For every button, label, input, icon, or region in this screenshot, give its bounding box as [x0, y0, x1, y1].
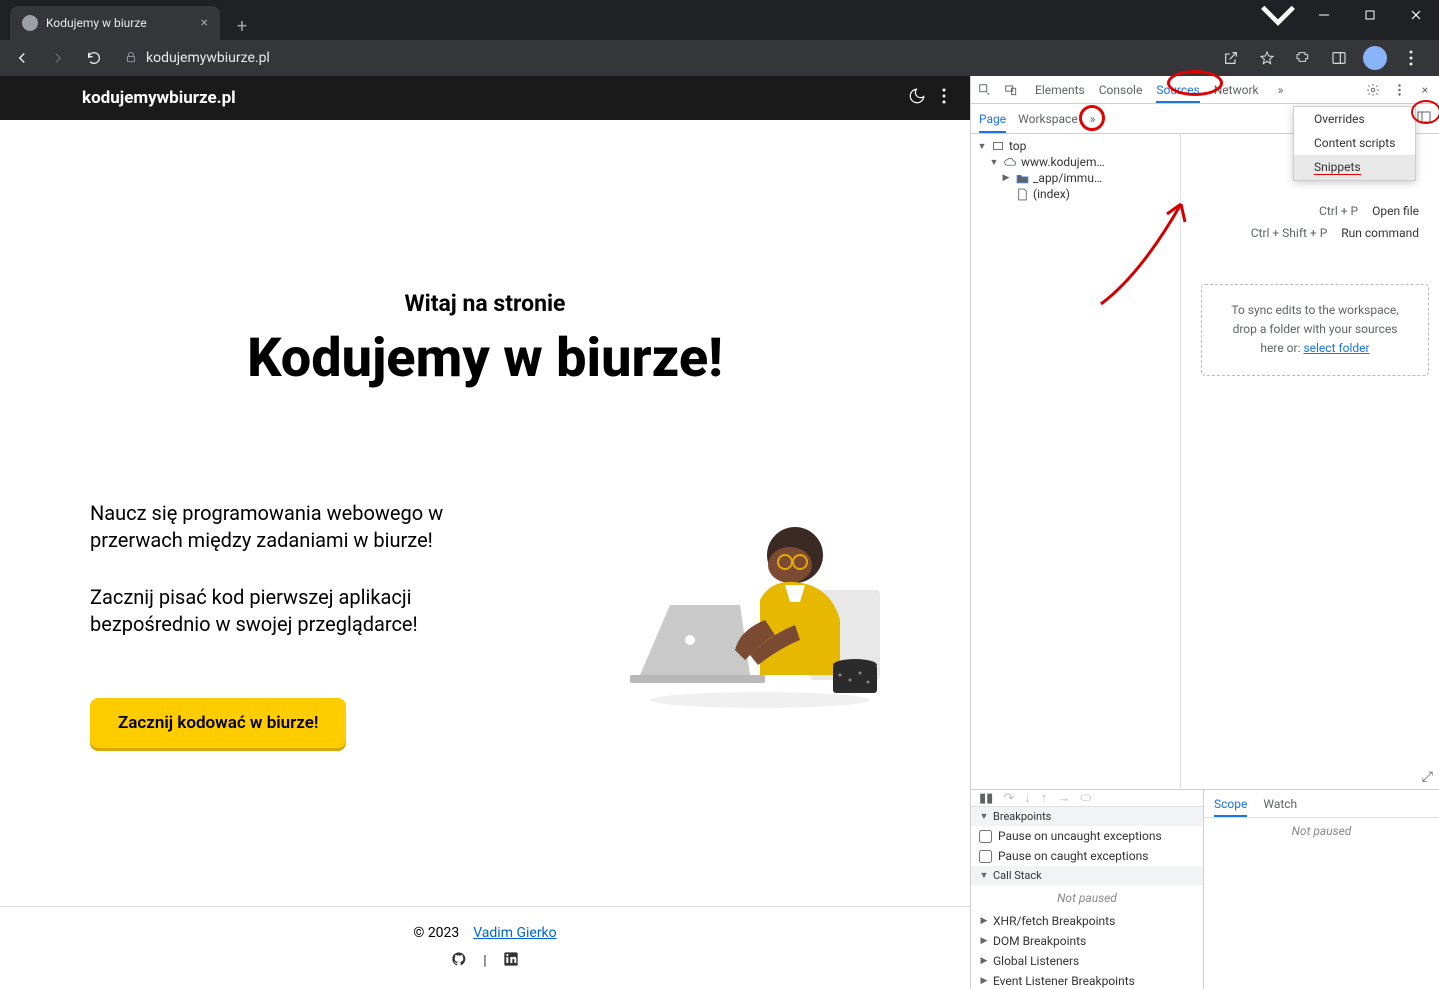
linkedin-icon[interactable]: [503, 951, 519, 971]
tab-title: Kodujemy w biurze: [46, 16, 193, 30]
tree-top[interactable]: ▼top: [971, 138, 1180, 154]
pause-icon[interactable]: ▮▮: [979, 791, 993, 806]
tree-folder[interactable]: ▶_app/immu…: [971, 170, 1180, 186]
url-text: kodujemywbiurze.pl: [146, 50, 270, 66]
menu-icon[interactable]: [1399, 46, 1423, 70]
global-listeners[interactable]: ▶Global Listeners: [971, 951, 1203, 971]
sources-main: ▼top ▼www.kodujem… ▶_app/immu… (index) O…: [971, 134, 1439, 789]
workspace-sync-box: To sync edits to the workspace, drop a f…: [1201, 284, 1429, 376]
subtab-more-icon[interactable]: »: [1090, 112, 1096, 126]
share-icon[interactable]: [1219, 46, 1243, 70]
shortcut-hints: Ctrl + POpen file Ctrl + Shift + PRun co…: [1251, 204, 1419, 248]
github-icon[interactable]: [451, 951, 467, 971]
breakpoints-header[interactable]: ▼Breakpoints: [971, 807, 1203, 826]
event-listener-breakpoints[interactable]: ▶Event Listener Breakpoints: [971, 971, 1203, 989]
tree-domain[interactable]: ▼www.kodujem…: [971, 154, 1180, 170]
tree-index[interactable]: (index): [971, 186, 1180, 202]
site-footer: © 2023 Vadim Gierko |: [0, 906, 970, 989]
footer-year: © 2023: [413, 925, 459, 941]
deactivate-breakpoints-icon[interactable]: ⬭: [1080, 791, 1091, 806]
devtools-topbar: Elements Console Sources Network » ×: [971, 76, 1439, 104]
page-subtitle: Witaj na stronie: [90, 290, 880, 317]
dom-breakpoints[interactable]: ▶DOM Breakpoints: [971, 931, 1203, 951]
footer-author-link[interactable]: Vadim Gierko: [473, 925, 556, 941]
browser-tab[interactable]: Kodujemy w biurze ×: [10, 6, 220, 40]
reload-button[interactable]: [80, 44, 108, 72]
sources-content: Overrides Content scripts Snippets Ctrl …: [1181, 134, 1439, 789]
tab-sources[interactable]: Sources: [1156, 76, 1199, 103]
sidepanel-icon[interactable]: [1327, 46, 1351, 70]
pause-caught-checkbox[interactable]: Pause on caught exceptions: [971, 846, 1203, 866]
inspect-icon[interactable]: [977, 82, 993, 98]
page-title: Kodujemy w biurze!: [90, 327, 880, 390]
devtools-menu-icon[interactable]: [1391, 82, 1407, 98]
devtools-close-icon[interactable]: ×: [1417, 82, 1433, 98]
step-into-icon[interactable]: ↓: [1024, 790, 1031, 806]
separator: |: [483, 953, 486, 969]
close-window-button[interactable]: [1393, 0, 1439, 30]
settings-icon[interactable]: [1365, 82, 1381, 98]
debugger-right: Scope Watch Not paused: [1204, 790, 1439, 989]
file-tree: ▼top ▼www.kodujem… ▶_app/immu… (index): [971, 134, 1181, 789]
watch-tab[interactable]: Watch: [1263, 790, 1297, 817]
maximize-button[interactable]: [1347, 0, 1393, 30]
step-over-icon[interactable]: ↷: [1003, 791, 1014, 806]
chevron-down-icon[interactable]: [1255, 0, 1301, 30]
dropdown-content-scripts[interactable]: Content scripts: [1294, 131, 1415, 155]
more-tabs-icon[interactable]: »: [1273, 82, 1289, 98]
debugger-left: ▮▮ ↷ ↓ ↑ → ⬭ ▼Breakpoints Pause on uncau…: [971, 790, 1204, 989]
toggle-navigator-icon[interactable]: [1417, 111, 1431, 126]
minimize-button[interactable]: [1301, 0, 1347, 30]
tab-elements[interactable]: Elements: [1035, 76, 1085, 103]
subtab-workspace[interactable]: Workspace: [1018, 104, 1078, 133]
browser-toolbar: kodujemywbiurze.pl: [0, 40, 1439, 76]
site-menu-icon[interactable]: [942, 88, 946, 108]
browser-titlebar: Kodujemy w biurze × +: [0, 0, 1439, 40]
page-description-2: Zacznij pisać kod pierwszej aplikacji be…: [90, 584, 430, 638]
select-folder-link[interactable]: select folder: [1303, 341, 1369, 355]
forward-button[interactable]: [44, 44, 72, 72]
new-tab-button[interactable]: +: [228, 12, 256, 40]
scope-not-paused: Not paused: [1204, 818, 1439, 844]
scope-tab[interactable]: Scope: [1214, 790, 1247, 817]
subtab-page[interactable]: Page: [979, 104, 1006, 133]
devtools-panel: Elements Console Sources Network » × Pag…: [970, 76, 1439, 989]
step-out-icon[interactable]: ↑: [1041, 790, 1048, 806]
tab-close-icon[interactable]: ×: [201, 15, 208, 31]
dropdown-snippets[interactable]: Snippets: [1294, 155, 1415, 180]
callstack-header[interactable]: ▼Call Stack: [971, 866, 1203, 885]
theme-toggle-icon[interactable]: [908, 87, 926, 109]
site-header: kodujemywbiurze.pl: [0, 76, 970, 120]
hero-illustration: [630, 510, 890, 710]
expand-handle-icon[interactable]: ⤢: [1422, 769, 1433, 785]
subtab-dropdown: Overrides Content scripts Snippets: [1293, 106, 1416, 181]
device-toggle-icon[interactable]: [1003, 82, 1019, 98]
site-brand[interactable]: kodujemywbiurze.pl: [82, 88, 236, 108]
cta-button[interactable]: Zacznij kodować w biurze!: [90, 698, 346, 748]
debugger-controls: ▮▮ ↷ ↓ ↑ → ⬭: [971, 790, 1203, 807]
tab-favicon: [22, 15, 38, 31]
dropdown-overrides[interactable]: Overrides: [1294, 107, 1415, 131]
callstack-not-paused: Not paused: [971, 885, 1203, 911]
window-controls: [1255, 0, 1439, 30]
step-icon[interactable]: →: [1057, 790, 1070, 806]
web-page: kodujemywbiurze.pl Witaj na stronie Kodu…: [0, 76, 970, 989]
debugger-pane: ▮▮ ↷ ↓ ↑ → ⬭ ▼Breakpoints Pause on uncau…: [971, 789, 1439, 989]
address-bar[interactable]: kodujemywbiurze.pl: [124, 49, 270, 68]
profile-avatar[interactable]: [1363, 46, 1387, 70]
lock-icon: [124, 49, 138, 68]
xhr-breakpoints[interactable]: ▶XHR/fetch Breakpoints: [971, 911, 1203, 931]
pause-uncaught-checkbox[interactable]: Pause on uncaught exceptions: [971, 826, 1203, 846]
star-icon[interactable]: [1255, 46, 1279, 70]
extensions-icon[interactable]: [1291, 46, 1315, 70]
tab-console[interactable]: Console: [1099, 76, 1143, 103]
back-button[interactable]: [8, 44, 36, 72]
tab-network[interactable]: Network: [1214, 76, 1259, 103]
page-description-1: Naucz się programowania webowego w przer…: [90, 500, 450, 554]
